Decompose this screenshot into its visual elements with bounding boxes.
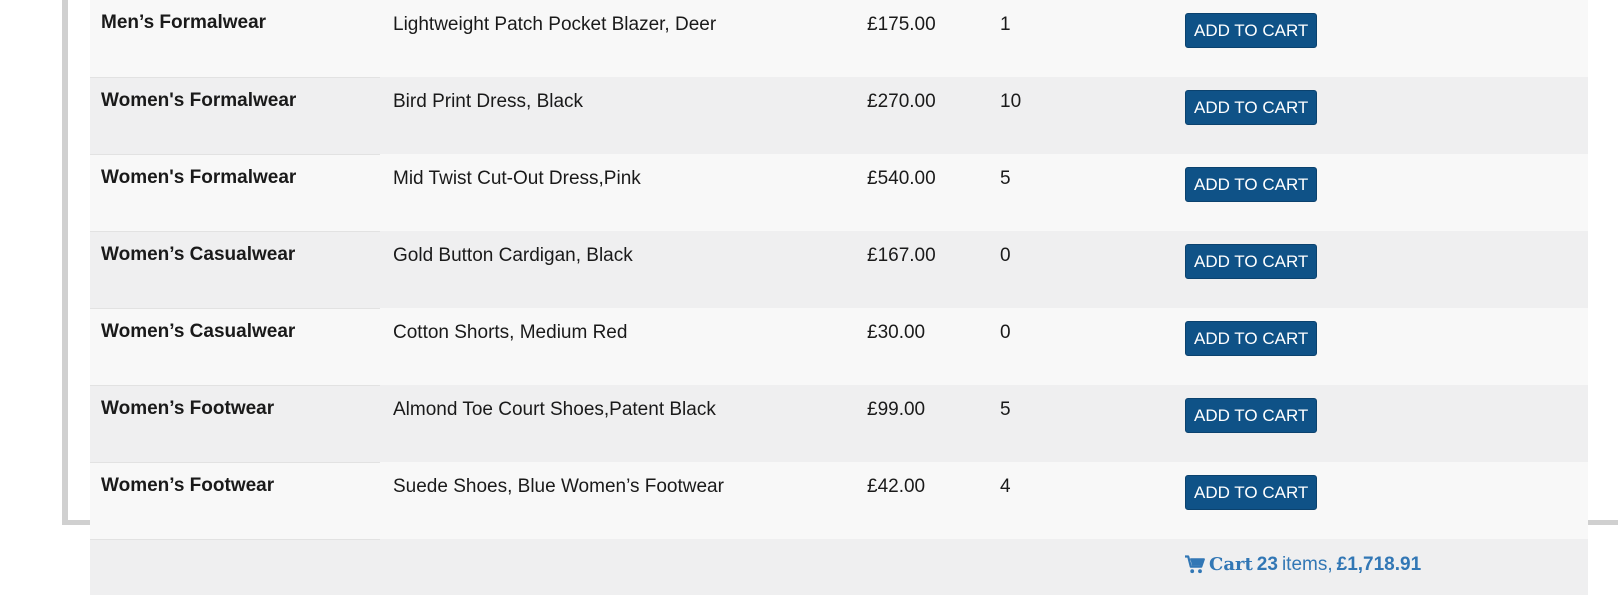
table-row: Women's Formalwear Mid Twist Cut-Out Dre… xyxy=(90,154,1588,232)
table-row: Women’s Casualwear Gold Button Cardigan,… xyxy=(90,231,1588,309)
cart-items-word: items, xyxy=(1281,553,1333,575)
product-price: £30.00 xyxy=(867,308,1000,385)
shopping-cart-icon xyxy=(1185,555,1205,574)
product-category: Men’s Formalwear xyxy=(90,0,380,78)
add-to-cart-button[interactable]: ADD TO CART xyxy=(1185,13,1318,48)
product-action-cell: ADD TO CART xyxy=(1185,0,1588,77)
product-stock: 4 xyxy=(1000,462,1185,539)
product-stock: 0 xyxy=(1000,231,1185,308)
cart-summary-row: Cart 23 items, £1,718.91 xyxy=(90,539,1588,595)
product-name: Mid Twist Cut-Out Dress,Pink xyxy=(380,154,867,231)
table-row: Men’s Formalwear Lightweight Patch Pocke… xyxy=(90,0,1588,78)
product-name: Suede Shoes, Blue Women’s Footwear xyxy=(380,462,867,539)
product-stock: 5 xyxy=(1000,385,1185,462)
product-stock: 0 xyxy=(1000,308,1185,385)
product-stock: 10 xyxy=(1000,77,1185,154)
empty-cell xyxy=(1000,539,1185,595)
product-price: £42.00 xyxy=(867,462,1000,539)
product-category: Women’s Casualwear xyxy=(90,308,380,386)
add-to-cart-button[interactable]: ADD TO CART xyxy=(1185,244,1318,279)
product-name: Lightweight Patch Pocket Blazer, Deer xyxy=(380,0,867,77)
cart-item-count: 23 xyxy=(1256,553,1278,575)
add-to-cart-button[interactable]: ADD TO CART xyxy=(1185,321,1318,356)
product-table-panel: Men’s Formalwear Lightweight Patch Pocke… xyxy=(90,0,1588,595)
product-name: Cotton Shorts, Medium Red xyxy=(380,308,867,385)
table-row: Women’s Footwear Almond Toe Court Shoes,… xyxy=(90,385,1588,463)
product-name: Bird Print Dress, Black xyxy=(380,77,867,154)
cart-summary-cell: Cart 23 items, £1,718.91 xyxy=(1185,539,1588,595)
product-action-cell: ADD TO CART xyxy=(1185,462,1588,539)
product-action-cell: ADD TO CART xyxy=(1185,77,1588,154)
cart-total: £1,718.91 xyxy=(1336,553,1422,575)
product-action-cell: ADD TO CART xyxy=(1185,154,1588,231)
product-action-cell: ADD TO CART xyxy=(1185,231,1588,308)
product-category: Women’s Casualwear xyxy=(90,231,380,309)
product-action-cell: ADD TO CART xyxy=(1185,308,1588,385)
table-row: Women’s Footwear Suede Shoes, Blue Women… xyxy=(90,462,1588,540)
product-category: Women’s Footwear xyxy=(90,462,380,540)
cart-label: Cart xyxy=(1209,554,1253,575)
product-table: Men’s Formalwear Lightweight Patch Pocke… xyxy=(90,0,1588,595)
empty-cell xyxy=(90,539,380,595)
cart-summary-link[interactable]: Cart 23 items, £1,718.91 xyxy=(1185,554,1421,576)
add-to-cart-button[interactable]: ADD TO CART xyxy=(1185,167,1318,202)
product-category: Women’s Footwear xyxy=(90,385,380,463)
product-name: Gold Button Cardigan, Black xyxy=(380,231,867,308)
add-to-cart-button[interactable]: ADD TO CART xyxy=(1185,398,1318,433)
product-price: £175.00 xyxy=(867,0,1000,77)
product-stock: 5 xyxy=(1000,154,1185,231)
product-action-cell: ADD TO CART xyxy=(1185,385,1588,462)
product-price: £167.00 xyxy=(867,231,1000,308)
product-category: Women's Formalwear xyxy=(90,154,380,232)
table-row: Women's Formalwear Bird Print Dress, Bla… xyxy=(90,77,1588,155)
add-to-cart-button[interactable]: ADD TO CART xyxy=(1185,90,1318,125)
add-to-cart-button[interactable]: ADD TO CART xyxy=(1185,475,1318,510)
product-price: £99.00 xyxy=(867,385,1000,462)
product-category: Women's Formalwear xyxy=(90,77,380,155)
table-row: Women’s Casualwear Cotton Shorts, Medium… xyxy=(90,308,1588,386)
empty-cell xyxy=(380,539,867,595)
product-name: Almond Toe Court Shoes,Patent Black xyxy=(380,385,867,462)
product-price: £270.00 xyxy=(867,77,1000,154)
product-price: £540.00 xyxy=(867,154,1000,231)
empty-cell xyxy=(867,539,1000,595)
product-stock: 1 xyxy=(1000,0,1185,77)
